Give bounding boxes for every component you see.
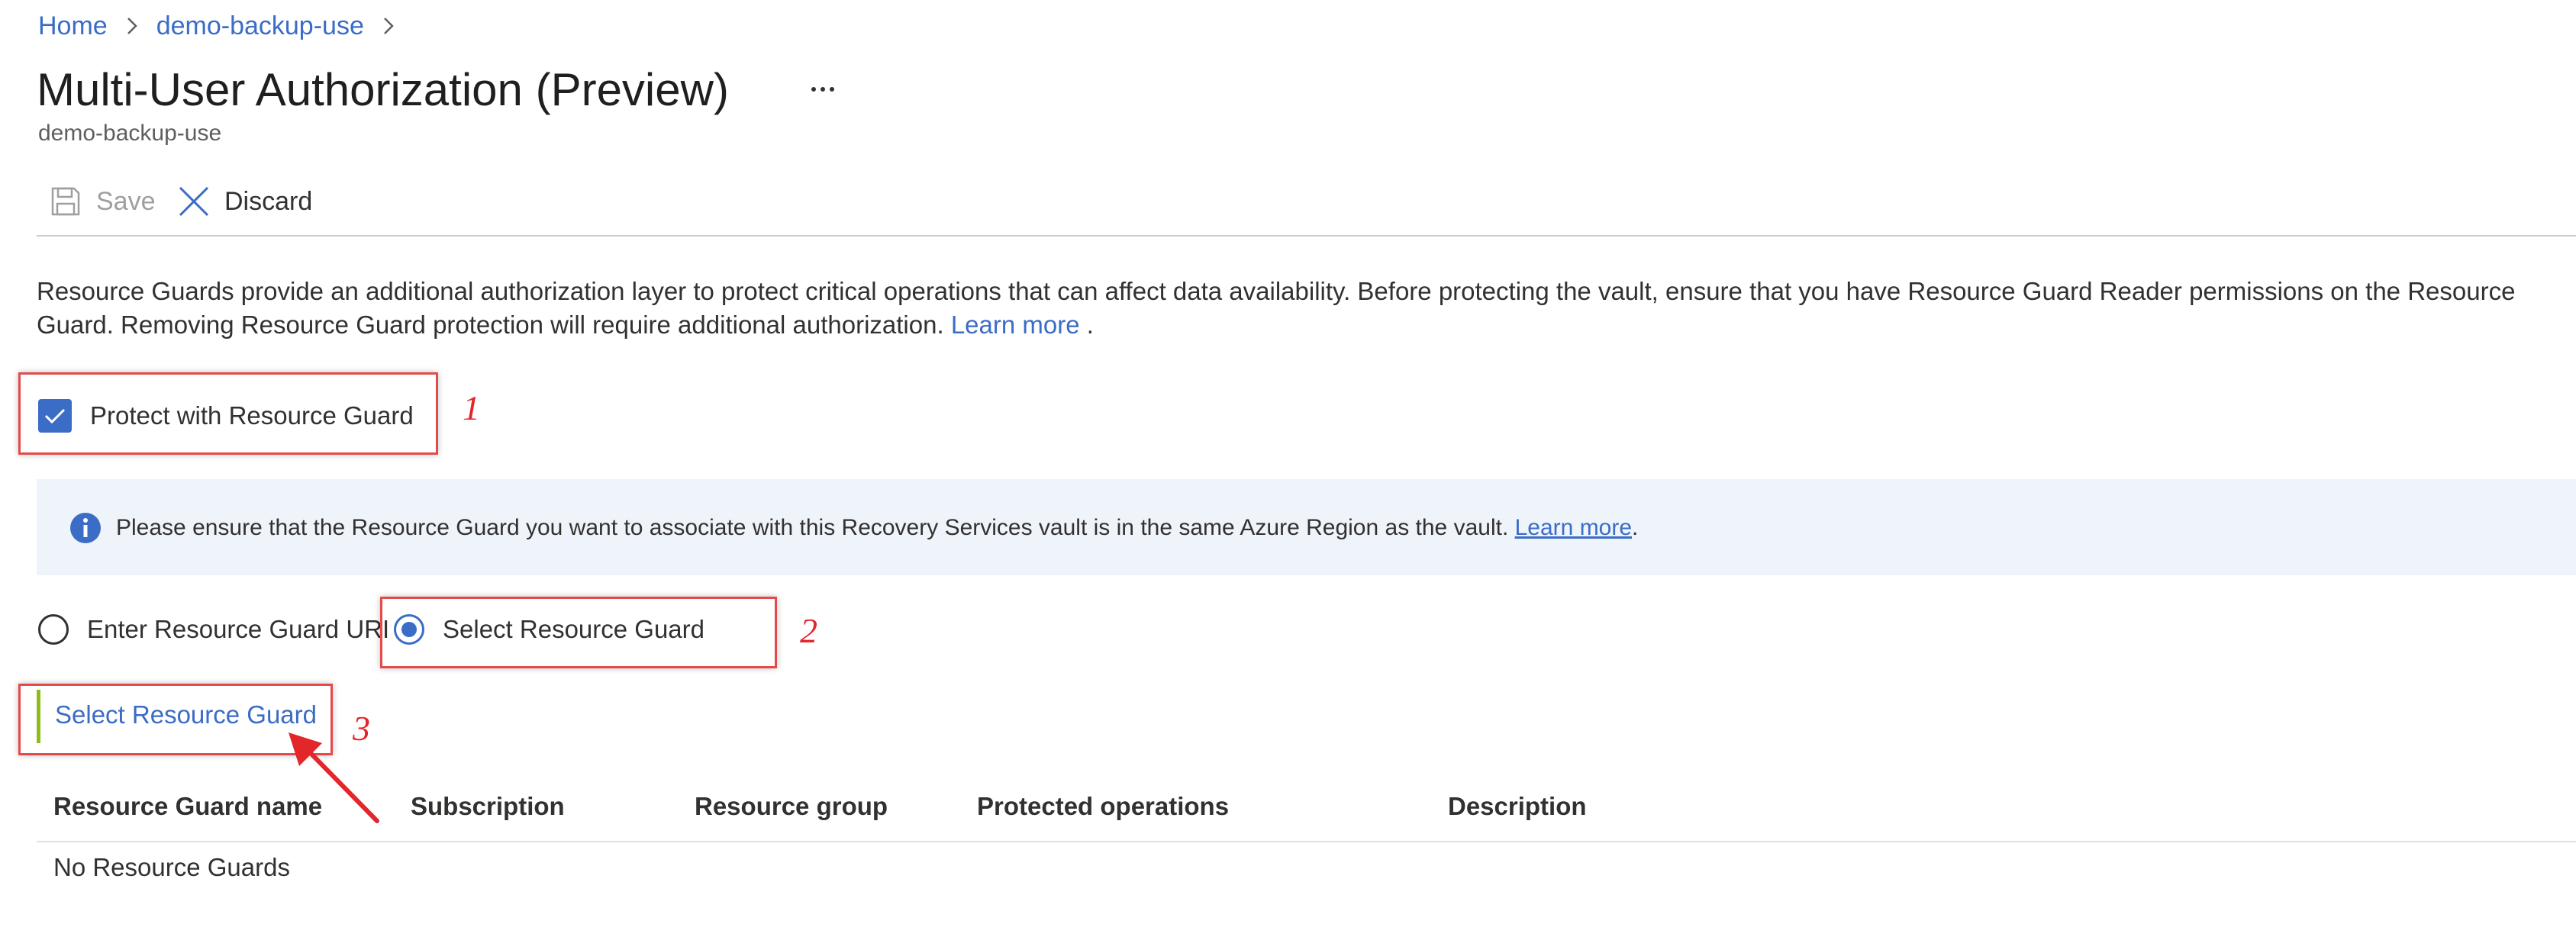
description-body: Resource Guards provide an additional au…: [37, 277, 2516, 339]
column-header-subscription[interactable]: Subscription: [411, 792, 565, 821]
description-text: Resource Guards provide an additional au…: [37, 275, 2571, 342]
column-header-resource-group[interactable]: Resource group: [695, 792, 888, 821]
radio-select-guard[interactable]: Select Resource Guard: [394, 610, 704, 649]
checkmark-icon: [38, 399, 72, 433]
save-button[interactable]: Save: [47, 177, 156, 226]
select-resource-guard-link[interactable]: Select Resource Guard: [55, 700, 317, 729]
column-header-name[interactable]: Resource Guard name: [53, 792, 322, 821]
info-banner-body: Please ensure that the Resource Guard yo…: [116, 515, 1509, 540]
table-empty-message: No Resource Guards: [53, 853, 290, 881]
protect-checkbox[interactable]: Protect with Resource Guard: [38, 397, 414, 435]
discard-button[interactable]: Discard: [176, 177, 312, 226]
save-button-label: Save: [96, 186, 156, 216]
info-banner-text: Please ensure that the Resource Guard yo…: [116, 513, 1638, 543]
radio-enter-uri[interactable]: Enter Resource Guard URI: [38, 610, 389, 649]
radio-select-guard-label: Select Resource Guard: [443, 615, 705, 643]
radio-enter-uri-label: Enter Resource Guard URI: [87, 615, 390, 643]
chevron-right-icon: [373, 9, 404, 43]
protect-checkbox-label: Protect with Resource Guard: [90, 401, 414, 430]
info-learn-more-link[interactable]: Learn more: [1515, 515, 1632, 540]
column-header-description[interactable]: Description: [1448, 792, 1587, 821]
discard-button-label: Discard: [224, 186, 313, 216]
page-subtitle: demo-backup-use: [38, 121, 222, 146]
radio-circle-selected: [394, 614, 424, 645]
info-icon: [69, 511, 102, 545]
select-link-indicator: [37, 690, 40, 743]
column-header-protected-operations[interactable]: Protected operations: [977, 792, 1229, 821]
breadcrumb-vault-link[interactable]: demo-backup-use: [156, 11, 364, 41]
breadcrumb: Home demo-backup-use: [38, 9, 413, 43]
chevron-right-icon: [117, 9, 147, 43]
description-trailing: .: [1086, 311, 1094, 339]
radio-circle: [38, 614, 69, 645]
breadcrumb-home-link[interactable]: Home: [38, 11, 108, 41]
info-banner-trailing: .: [1632, 515, 1639, 540]
close-icon: [176, 183, 212, 220]
more-icon[interactable]: [808, 72, 838, 106]
learn-more-link[interactable]: Learn more: [951, 311, 1080, 339]
table-divider: [37, 841, 2576, 842]
annotation-number-2: 2: [800, 611, 817, 650]
annotation-number-1: 1: [463, 388, 480, 427]
save-icon: [47, 183, 84, 220]
page-title: Multi-User Authorization (Preview): [37, 64, 729, 115]
toolbar-divider: [37, 235, 2576, 237]
